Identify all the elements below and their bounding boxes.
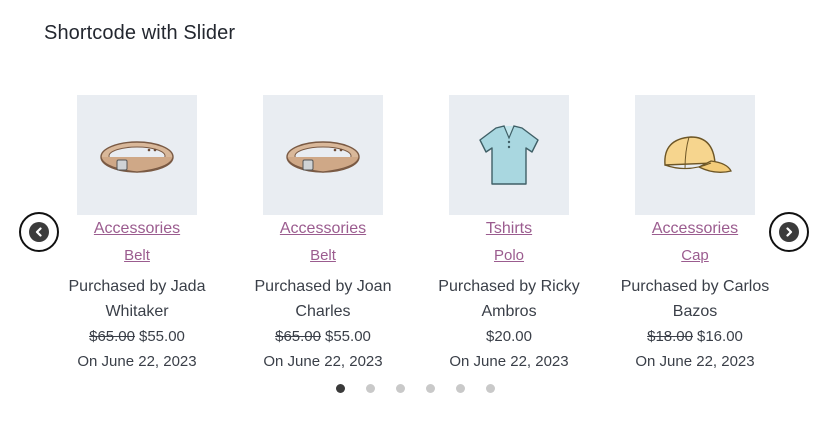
category-link[interactable]: Accessories [280,221,366,237]
belt-icon [100,141,174,173]
current-price: $55.00 [325,328,371,345]
purchase-date: On June 22, 2023 [449,353,569,370]
purchase-date: On June 22, 2023 [635,353,755,370]
price-line: $65.00 $55.00 [230,324,416,350]
pagination-dot[interactable] [336,384,345,393]
product-image-cap[interactable] [635,95,755,215]
buyer-text: Purchased by Carlos Bazos [620,278,770,320]
purchase-date: On June 22, 2023 [263,353,383,370]
slider-card: Accessories Belt Purchased by Joan Charl… [230,95,416,374]
buyer-text: Purchased by Ricky Ambros [438,278,580,320]
belt-icon [286,141,360,173]
product-image-belt[interactable] [77,95,197,215]
chevron-right-icon [779,222,799,242]
product-image-belt[interactable] [263,95,383,215]
cap-icon [664,136,732,173]
price-line: $18.00 $16.00 [602,324,788,350]
buyer-text: Purchased by Jada Whitaker [68,278,206,320]
pagination-dot[interactable] [426,384,435,393]
product-link[interactable]: Belt [124,248,150,264]
price-line: $20.00 [416,324,602,350]
pagination-dot[interactable] [456,384,465,393]
polo-shirt-icon [479,125,539,185]
old-price: $65.00 [89,328,135,345]
pagination-dot[interactable] [366,384,375,393]
price-line: $65.00 $55.00 [44,324,230,350]
product-link[interactable]: Polo [494,248,524,264]
product-image-polo[interactable] [449,95,569,215]
category-link[interactable]: Tshirts [486,221,532,237]
product-link[interactable]: Belt [310,248,336,264]
product-slider: Accessories Belt Purchased by Jada Whita… [0,0,838,432]
slider-pagination [336,384,516,393]
pagination-dot[interactable] [396,384,405,393]
product-link[interactable]: Cap [681,248,709,264]
slider-card: Tshirts Polo Purchased by Ricky Ambros $… [416,95,602,374]
current-price: $55.00 [139,328,185,345]
current-price: $16.00 [697,328,743,345]
slider-card: Accessories Cap Purchased by Carlos Bazo… [602,95,788,374]
current-price: $20.00 [486,328,532,345]
slider-next-button[interactable] [769,212,809,252]
purchase-date: On June 22, 2023 [77,353,197,370]
category-link[interactable]: Accessories [652,221,738,237]
slider-card: Accessories Belt Purchased by Jada Whita… [44,95,230,374]
old-price: $65.00 [275,328,321,345]
old-price: $18.00 [647,328,693,345]
buyer-text: Purchased by Joan Charles [254,278,392,320]
category-link[interactable]: Accessories [94,221,180,237]
pagination-dot[interactable] [486,384,495,393]
